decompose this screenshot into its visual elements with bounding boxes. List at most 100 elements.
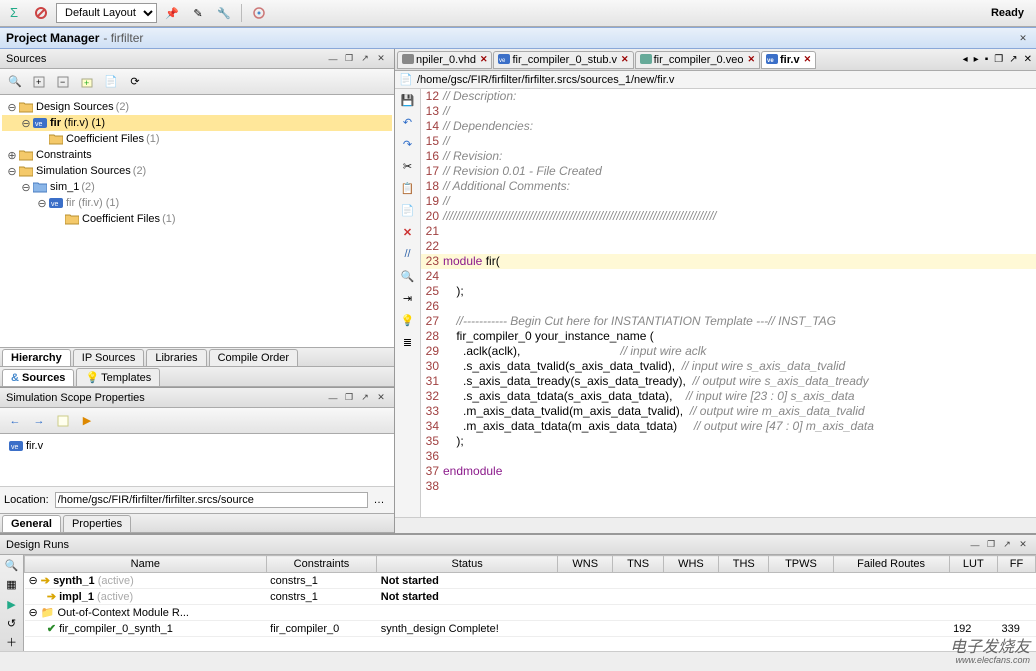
undo-icon[interactable]: ↶ <box>399 113 417 131</box>
filter-icon[interactable]: ▦ <box>3 576 21 593</box>
debug-icon[interactable] <box>248 2 270 24</box>
editor-tab[interactable]: vefir_compiler_0_stub.v✕ <box>493 51 633 69</box>
tree-item[interactable]: ⊖Design Sources(2) <box>2 99 392 115</box>
comment-icon[interactable]: // <box>399 245 417 263</box>
run-icon[interactable]: ▶ <box>3 595 21 612</box>
tree-item[interactable]: ⊖Simulation Sources(2) <box>2 163 392 179</box>
run-row[interactable]: ➔ impl_1 (active)constrs_1Not started <box>25 589 1036 605</box>
add-icon[interactable]: + <box>76 71 98 93</box>
close-icon[interactable]: ✕ <box>1022 54 1034 65</box>
wrench-icon[interactable]: 🔧 <box>213 2 235 24</box>
tab-libraries[interactable]: Libraries <box>146 349 206 366</box>
wand-icon[interactable]: ✎ <box>187 2 209 24</box>
search-icon[interactable]: 🔍 <box>4 71 26 93</box>
back-icon[interactable]: ← <box>4 410 26 432</box>
restore-icon[interactable]: ❐ <box>992 54 1005 65</box>
sources-tree[interactable]: ⊖Design Sources(2)⊖vefir (fir.v) (1)Coef… <box>0 95 394 347</box>
runs-table[interactable]: NameConstraintsStatusWNSTNSWHSTHSTPWSFai… <box>24 555 1036 637</box>
editor-tab[interactable]: npiler_0.vhd✕ <box>397 51 492 69</box>
search-icon[interactable]: 🔍 <box>3 557 21 574</box>
run-row[interactable]: ⊖ 📁 Out-of-Context Module R... <box>25 605 1036 621</box>
sources-toolbar: 🔍 + − + 📄 ⟳ <box>0 69 394 95</box>
tab-ip-sources[interactable]: IP Sources <box>73 349 145 366</box>
run-row[interactable]: ✔ fir_compiler_0_synth_1fir_compiler_0sy… <box>25 621 1036 637</box>
close-icon[interactable]: ✕ <box>374 391 388 405</box>
minimize-icon[interactable]: — <box>968 538 982 552</box>
browse-icon[interactable]: … <box>368 489 390 511</box>
tree-item[interactable]: ⊖sim_1(2) <box>2 179 392 195</box>
editor-tab-nav: ◂ ▸ ▪ ❐ ↗ ✕ <box>961 54 1034 65</box>
close-icon[interactable]: ✕ <box>1016 538 1030 552</box>
delete-icon[interactable]: ✕ <box>399 223 417 241</box>
tree-item[interactable]: ⊕Constraints <box>2 147 392 163</box>
layout-select[interactable]: Default Layout <box>56 3 157 23</box>
tab-compile-order[interactable]: Compile Order <box>209 349 299 366</box>
fwd-icon[interactable]: → <box>28 410 50 432</box>
select-icon[interactable]: ▶ <box>76 410 98 432</box>
expand-icon[interactable]: + <box>28 71 50 93</box>
file-icon: 📄 <box>399 73 417 86</box>
minimize-icon[interactable]: — <box>326 391 340 405</box>
collapse-icon[interactable]: − <box>52 71 74 93</box>
save-icon[interactable]: 💾 <box>399 91 417 109</box>
restore-icon[interactable]: ❐ <box>984 538 998 552</box>
code-editor[interactable]: 12// Description: 13// 14// Dependencies… <box>421 89 1036 517</box>
close-icon[interactable]: ✕ <box>374 52 388 66</box>
cancel-icon[interactable] <box>30 2 52 24</box>
reset-icon[interactable]: ↺ <box>3 615 21 632</box>
tab-list-icon[interactable]: ▪ <box>983 54 991 65</box>
popout-icon[interactable]: ↗ <box>1007 54 1019 65</box>
minimize-icon[interactable]: — <box>326 52 340 66</box>
restore-icon[interactable]: ❐ <box>342 391 356 405</box>
restore-icon[interactable]: ❐ <box>342 52 356 66</box>
editor-tab[interactable]: vefir.v✕ <box>761 51 816 69</box>
tab-hierarchy[interactable]: Hierarchy <box>2 349 71 366</box>
run-row[interactable]: ⊖ ➔ synth_1 (active)constrs_1Not started <box>25 573 1036 589</box>
tab-templates[interactable]: 💡Templates <box>76 368 160 386</box>
close-tab-icon[interactable]: ✕ <box>621 54 629 65</box>
format-icon[interactable]: ≣ <box>399 333 417 351</box>
pin-icon[interactable]: 📌 <box>161 2 183 24</box>
tree-item[interactable]: ⊖vefir (fir.v) (1) <box>2 115 392 131</box>
svg-text:−: − <box>60 77 65 87</box>
tree-item[interactable]: Coefficient Files(1) <box>2 131 392 147</box>
tab-general[interactable]: General <box>2 515 61 532</box>
sources-bottom-tabs: Hierarchy IP Sources Libraries Compile O… <box>0 347 394 367</box>
close-tab-icon[interactable]: ✕ <box>804 54 812 65</box>
refresh-icon[interactable]: ⟳ <box>124 71 146 93</box>
settings-icon[interactable]: 📄 <box>100 71 122 93</box>
paste-icon[interactable]: 📄 <box>399 201 417 219</box>
tree-item[interactable]: Coefficient Files(1) <box>2 211 392 227</box>
editor-path-bar: 📄 /home/gsc/FIR/firfilter/firfilter.srcs… <box>395 71 1036 89</box>
svg-text:+: + <box>84 78 89 88</box>
bulb-icon[interactable]: 💡 <box>399 311 417 329</box>
close-tab-icon[interactable]: ✕ <box>480 54 488 65</box>
sim-file-item[interactable]: ve fir.v <box>4 438 390 454</box>
tab-properties[interactable]: Properties <box>63 515 131 532</box>
location-input[interactable] <box>55 492 368 508</box>
sum-icon[interactable]: Σ <box>4 2 26 24</box>
pm-title: Project Manager <box>6 31 99 45</box>
tab-sources[interactable]: & Sources <box>2 369 74 386</box>
redo-icon[interactable]: ↷ <box>399 135 417 153</box>
pm-project: - firfilter <box>103 31 143 45</box>
runs-toolbar: 🔍 ▦ ▶ ↺ ＋ <box>0 555 24 651</box>
popout-icon[interactable]: ↗ <box>1000 538 1014 552</box>
sources-header: Sources — ❐ ↗ ✕ <box>0 49 394 69</box>
editor-tab[interactable]: fir_compiler_0.veo✕ <box>635 51 760 69</box>
runs-scrollbar[interactable] <box>0 651 1036 667</box>
copy-icon[interactable]: 📋 <box>399 179 417 197</box>
close-icon[interactable]: ✕ <box>1016 31 1030 45</box>
tree-item[interactable]: ⊖vefir (fir.v) (1) <box>2 195 392 211</box>
add-icon[interactable]: ＋ <box>3 634 21 651</box>
find-icon[interactable] <box>52 410 74 432</box>
editor-scrollbar[interactable] <box>395 517 1036 533</box>
popout-icon[interactable]: ↗ <box>358 52 372 66</box>
goto-icon[interactable]: ⇥ <box>399 289 417 307</box>
tab-next-icon[interactable]: ▸ <box>972 54 981 65</box>
close-tab-icon[interactable]: ✕ <box>747 54 755 65</box>
cut-icon[interactable]: ✂ <box>399 157 417 175</box>
popout-icon[interactable]: ↗ <box>358 391 372 405</box>
find-icon[interactable]: 🔍 <box>399 267 417 285</box>
tab-prev-icon[interactable]: ◂ <box>961 54 970 65</box>
